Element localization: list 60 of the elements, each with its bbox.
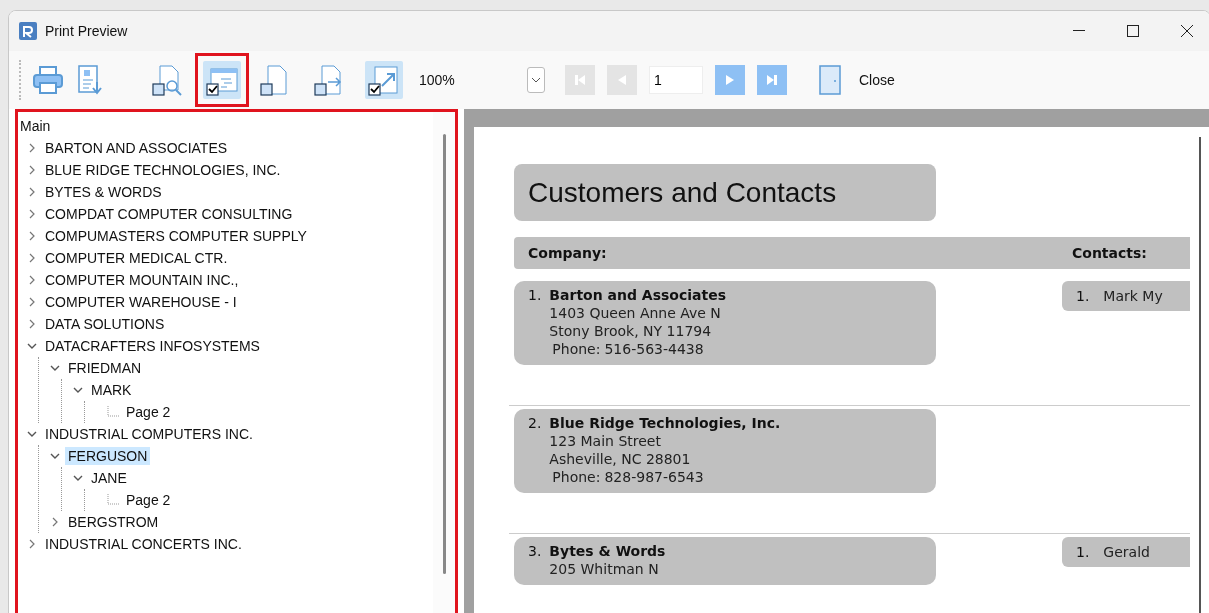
tree-item[interactable]: DATACRAFTERS INFOSYSTEMS [42,337,263,355]
address-line: 123 Main Street [549,433,662,449]
record-number: 3. [528,543,542,561]
phone-label: Phone: [552,469,601,485]
company-name: Barton and Associates [549,287,727,303]
app-logo-icon [19,22,37,40]
scrollbar-thumb[interactable] [442,134,446,574]
tree-item[interactable]: JANE [88,469,130,487]
scrollbar-thumb[interactable] [1199,137,1201,613]
company-name: Blue Ridge Technologies, Inc. [549,415,781,431]
address-line: Asheville, NC 28801 [549,451,692,467]
printer-icon [32,65,64,95]
tree-root-label[interactable]: Main [20,118,51,134]
close-button[interactable]: Close [819,65,895,95]
tree-item[interactable]: BLUE RIDGE TECHNOLOGIES, INC. [42,161,284,179]
door-icon [819,65,841,95]
record-number: 2. [528,415,542,433]
address-line: 1403 Queen Anne Ave N [549,305,722,321]
tree-item[interactable]: FRIEDMAN [65,359,145,377]
skip-first-icon [573,73,587,87]
minimize-icon [1073,30,1085,32]
tree-item[interactable]: COMPUTER WAREHOUSE - I [42,293,240,311]
tree-connector-icon [107,494,121,506]
company-name: Bytes & Words [549,543,666,559]
address-line: 205 Whitman N [549,561,660,577]
record-number: 1. [1076,544,1090,560]
phone-number: 516-563-4438 [604,341,704,357]
maximize-icon [1127,25,1139,37]
zoom-dropdown[interactable]: 100% [415,64,545,96]
column-header: Company: [528,245,608,261]
tree-item[interactable]: COMPUMASTERS COMPUTER SUPPLY [42,227,310,245]
close-icon [1181,25,1193,37]
tree-item[interactable]: FERGUSON [65,447,151,465]
skip-last-icon [765,73,779,87]
tree-item[interactable]: COMPDAT COMPUTER CONSULTING [42,205,296,223]
record-number: 1. [1076,288,1090,304]
tree-item[interactable]: COMPUTER MEDICAL CTR. [42,249,231,267]
report-title: Customers and Contacts [528,176,837,209]
column-header: Contacts: [1072,245,1147,261]
window-title: Print Preview [45,23,128,39]
tree-connector-icon [107,406,121,418]
tree-item[interactable]: Page 2 [123,403,174,421]
phone-number: 828-987-6543 [604,469,704,485]
tree-item[interactable]: BYTES & WORDS [42,183,165,201]
tree-item[interactable]: BARTON AND ASSOCIATES [42,139,231,157]
record-number: 1. [528,287,542,305]
page-number-field[interactable]: 1 [649,66,703,94]
tree-item[interactable]: BERGSTROM [65,513,162,531]
document-download-icon [77,64,103,96]
chevron-down-icon [531,77,541,83]
phone-label: Phone: [552,341,601,357]
tree-item[interactable]: MARK [88,381,135,399]
tree-item[interactable]: DATA SOLUTIONS [42,315,168,333]
tree-item[interactable]: Page 2 [123,491,174,509]
tree-item[interactable]: COMPUTER MOUNTAIN INC., [42,271,242,289]
contact-name: Mark My [1103,288,1163,304]
tree-item[interactable]: INDUSTRIAL COMPUTERS INC. [42,425,256,443]
tree-item[interactable]: INDUSTRIAL CONCERTS INC. [42,535,245,553]
contact-name: Gerald [1103,544,1150,560]
address-line: Stony Brook, NY 11794 [549,323,713,339]
